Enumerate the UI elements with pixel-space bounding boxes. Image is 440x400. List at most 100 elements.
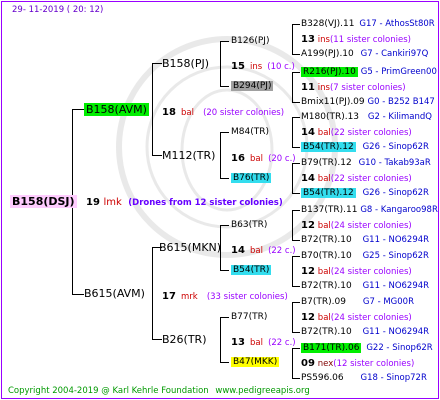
gen2-m112tr[interactable]: M112(TR) [162, 149, 215, 162]
ref: G22 - Sinop62R [366, 343, 433, 353]
pedigree-frame: 29- 11-2019 ( 20: 12) Copyright 2004-201… [1, 1, 439, 399]
gen1-bottom-num: 17 [162, 291, 176, 302]
gen4-row[interactable]: B171(TR).06 G22 - Sinop62R [301, 342, 433, 355]
gen4-row[interactable]: M180(TR).13 G2 - KilimandQ [301, 111, 432, 124]
gen1-top-note: (20 sister colonies) [203, 108, 285, 118]
connector [292, 117, 300, 118]
num: 12 [301, 266, 315, 277]
code: bal [317, 267, 331, 277]
id: B79(TR).12 [301, 158, 352, 168]
connector [292, 286, 300, 287]
id: A199(PJ).10 [301, 49, 354, 59]
ref: G26 - Sinop62R [362, 142, 429, 152]
note: (20 c.) [268, 154, 296, 164]
gen2-b26tr-id: B26(TR) [162, 333, 207, 346]
gen4-row[interactable]: PS596.06 G18 - Sinop72R [301, 372, 427, 385]
code: ins [250, 62, 263, 72]
gen2-b26tr[interactable]: B26(TR) [162, 333, 207, 346]
gen3-b77tr[interactable]: B77(TR) [231, 311, 267, 324]
ref: G11 - NO6294R [362, 235, 430, 245]
gen3-b126pj[interactable]: B126(PJ) [231, 35, 269, 48]
gen4-row[interactable]: B70(TR).10 G25 - Sinop62R [301, 250, 429, 263]
connector [292, 302, 293, 332]
root-note: (Drones from 12 sister colonies) [128, 198, 283, 208]
id: B7(TR).09 [301, 297, 346, 307]
gen4-row[interactable]: B72(TR).10 G11 - NO6294R [301, 234, 429, 247]
gen4-row[interactable]: R216(PJ).10 G5 - PrimGreen00 [301, 66, 437, 79]
root-node[interactable]: B158(DSJ) 19 lmk (Drones from 12 sister … [10, 195, 283, 210]
note: (24 sister colonies) [330, 267, 412, 277]
connector [152, 247, 153, 339]
code: bal [317, 174, 331, 184]
gen2-b158pj[interactable]: B158(PJ) [162, 57, 209, 70]
connector [292, 54, 300, 55]
gen4-info: 12 bal(24 sister colonies) [301, 311, 412, 325]
connector [220, 362, 229, 363]
id: B70(TR).10 [301, 251, 352, 261]
gen1-top-num: 18 [162, 107, 176, 118]
gen4-row[interactable]: B72(TR).10 G11 - NO6294R [301, 326, 429, 339]
ref: G7 - Cankiri97Q [360, 49, 429, 59]
gen4-row[interactable]: B7(TR).09 G7 - MG00R [301, 296, 414, 309]
id: B47(MKK) [231, 357, 280, 367]
gen3-b76tr[interactable]: B76(TR) [231, 172, 272, 185]
gen1-bottom-node[interactable]: B615(AVM) [84, 287, 145, 300]
gen2-b615mkn-info: 14 bal (22 c.) [231, 241, 296, 258]
gen1-top-code: bal [181, 108, 194, 118]
gen2-b615mkn-id: B615(MKN) [159, 241, 222, 254]
num: 13 [301, 34, 315, 45]
gen4-row[interactable]: B54(TR).12 G26 - Sinop62R [301, 141, 429, 154]
gen3-m84tr[interactable]: M84(TR) [231, 126, 269, 139]
connector [152, 63, 153, 155]
note: (10 c.) [267, 62, 295, 72]
code: bal [317, 221, 331, 231]
gen4-row[interactable]: Bmix11(PJ).09 G0 - B252 B147 B [301, 96, 438, 109]
connector [220, 86, 229, 87]
gen3-b294pj[interactable]: B294(PJ) [231, 80, 274, 93]
id: M180(TR).13 [301, 112, 360, 122]
num: 09 [301, 358, 315, 369]
code: ins [317, 35, 330, 45]
gen4-row[interactable]: A199(PJ).10 G7 - Cankiri97Q [301, 48, 428, 61]
gen1-bottom-id: B615(AVM) [84, 287, 145, 300]
gen1-top-id: B158(AVM) [84, 103, 149, 116]
gen2-b26tr-info: 13 bal (22 c.) [231, 333, 296, 350]
connector [220, 317, 229, 318]
connector [220, 41, 229, 42]
connector [292, 193, 300, 194]
id: M84(TR) [231, 127, 269, 137]
ref: G7 - MG00R [362, 297, 414, 307]
gen2-b158pj-id: B158(PJ) [162, 57, 210, 70]
num: 16 [231, 153, 245, 164]
connector [220, 270, 229, 271]
code: bal [317, 128, 331, 138]
id: B76(TR) [231, 173, 272, 183]
gen4-row[interactable]: B72(TR).10 G11 - NO6294R [301, 280, 429, 293]
ref: G10 - Takab93aR [358, 158, 431, 168]
gen4-row[interactable]: B54(TR).12 G26 - Sinop62R [301, 187, 429, 200]
gen1-top-node[interactable]: B158(AVM) [84, 103, 149, 116]
gen3-b63tr[interactable]: B63(TR) [231, 219, 267, 232]
gen4-info: 11 ins(7 sister colonies) [301, 81, 406, 95]
id: B171(TR).06 [301, 343, 362, 353]
num: 12 [301, 312, 315, 323]
connector [72, 109, 84, 110]
connector [292, 210, 300, 211]
id: B54(TR) [231, 265, 272, 275]
gen3-b54tr[interactable]: B54(TR) [231, 264, 272, 277]
ref: G17 - AthosSt80R [359, 19, 435, 29]
id: B72(TR).10 [301, 281, 352, 291]
id: Bmix11(PJ).09 [301, 97, 365, 107]
gen2-b615mkn[interactable]: B615(MKN) [159, 241, 221, 254]
gen4-row[interactable]: B328(VJ).11 G17 - AthosSt80R [301, 18, 435, 31]
gen1-top-info: 18 bal (20 sister colonies) [162, 103, 284, 120]
gen3-b47mkk[interactable]: B47(MKK) [231, 356, 280, 369]
site-link[interactable]: www.pedigreeapis.org [215, 386, 309, 396]
id: B77(TR) [231, 312, 268, 322]
gen4-row[interactable]: B137(TR).11 G8 - Kangaroo98R [301, 204, 438, 217]
connector [292, 348, 293, 378]
note: (12 sister colonies) [333, 359, 415, 369]
gen2-m112tr-id: M112(TR) [162, 149, 216, 162]
note: (22 c.) [268, 338, 296, 348]
gen4-row[interactable]: B79(TR).12 G10 - Takab93aR [301, 157, 431, 170]
